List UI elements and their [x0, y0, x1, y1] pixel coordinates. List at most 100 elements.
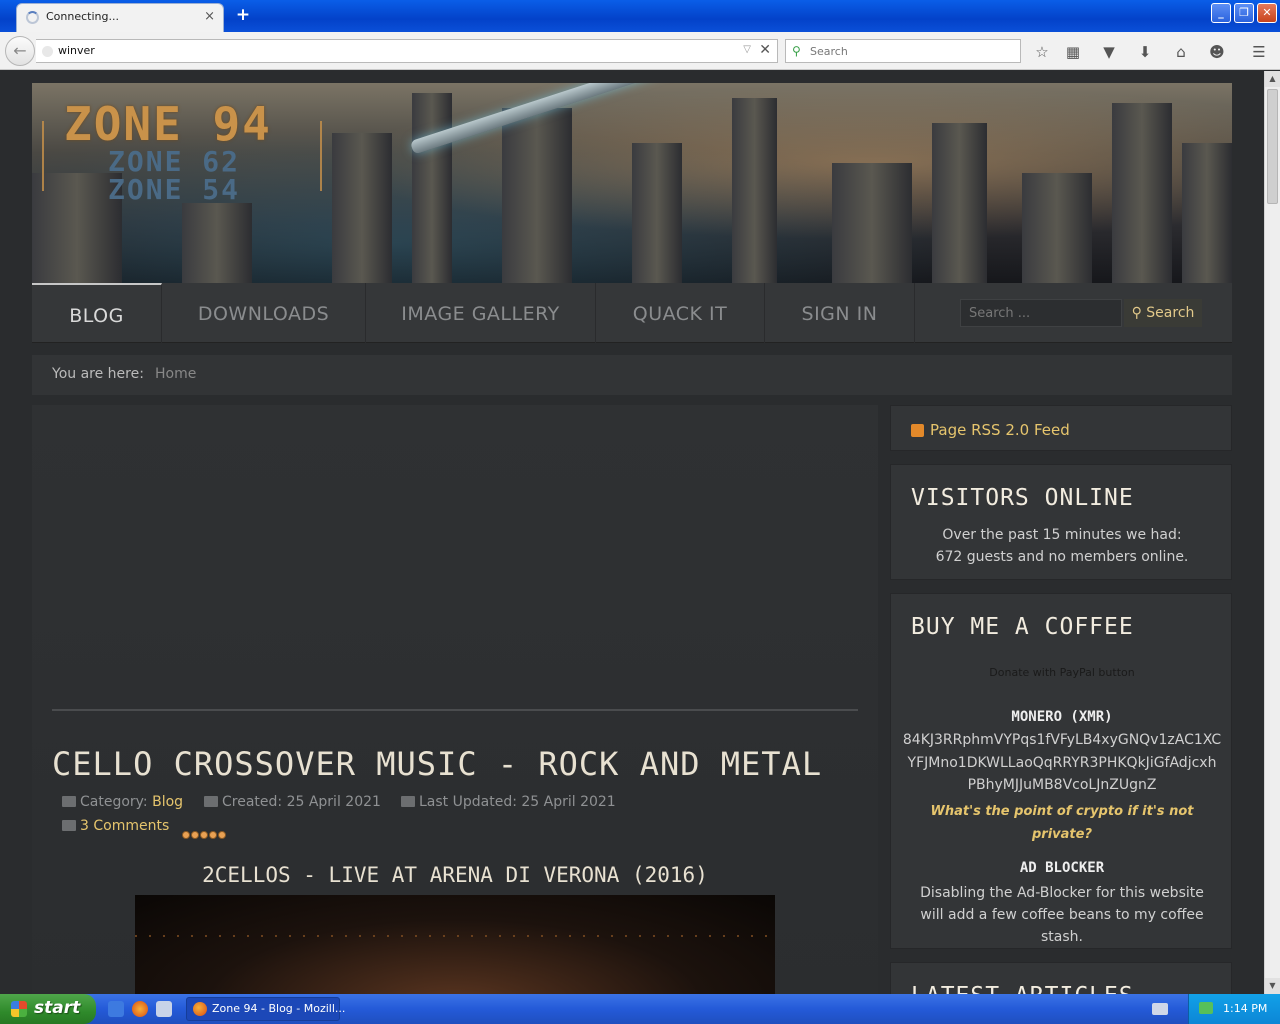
site-logo[interactable]: ZONE 94	[64, 97, 272, 151]
url-text: winver	[58, 44, 95, 57]
site-identity-icon	[42, 46, 53, 57]
back-arrow-icon: ←	[13, 41, 27, 60]
system-tray: 1:14 PM	[1188, 994, 1280, 1024]
rating-dot-icon	[182, 831, 190, 839]
breadcrumb-home[interactable]: Home	[155, 366, 196, 382]
crypto-quote: What's the point of crypto if it's not p…	[930, 804, 1194, 842]
minimize-button[interactable]: _	[1211, 3, 1231, 23]
start-label: start	[34, 998, 81, 1018]
browser-navbar: ← winver ▽ ✕ ⚲ Search ☆ ▦ ▼ ⬇ ⌂ ☻ ☰	[0, 32, 1280, 70]
embedded-video[interactable]	[135, 895, 775, 994]
banner-building	[1022, 173, 1092, 283]
nav-item-blog[interactable]: BLOG	[32, 283, 162, 343]
windows-flag-icon	[11, 1001, 27, 1017]
category-link[interactable]: Blog	[152, 794, 183, 810]
visitors-module: VISITORS ONLINE Over the past 15 minutes…	[890, 464, 1232, 580]
site-search-button[interactable]: ⚲ Search	[1124, 299, 1202, 327]
nav-item-image-gallery[interactable]: IMAGE GALLERY	[366, 283, 596, 343]
latest-articles-module: LATEST ARTICLES	[890, 962, 1232, 994]
site-search-input[interactable]: Search ...	[960, 299, 1122, 327]
created-date: Created: 25 April 2021	[222, 794, 381, 810]
page-viewport: ZONE 94 ZONE 62 ZONE 54 BLOG DOWNLOADS I…	[0, 71, 1264, 994]
adblock-text: Disabling the Ad-Blocker for this websit…	[920, 885, 1204, 945]
rating-dot-icon	[191, 831, 199, 839]
video-frame-detail	[135, 935, 775, 937]
banner-building	[182, 203, 252, 283]
coffee-module: BUY ME A COFFEE Donate with PayPal butto…	[890, 593, 1232, 949]
rss-module: Page RSS 2.0 Feed	[890, 405, 1232, 451]
latest-articles-title: LATEST ARTICLES	[911, 983, 1134, 994]
search-engine-icon[interactable]: ⚲	[792, 44, 801, 58]
page-scrollbar[interactable]: ▲ ▼	[1264, 71, 1280, 994]
close-window-button[interactable]: ✕	[1257, 3, 1277, 23]
article-created: Created: 25 April 2021	[204, 794, 381, 810]
taskbar-item-firefox[interactable]: Zone 94 - Blog - Mozill...	[186, 997, 345, 1021]
calendar-icon	[204, 796, 218, 807]
category-label: Category:	[80, 794, 148, 810]
star-rating[interactable]	[182, 824, 227, 843]
article-category: Category: Blog	[62, 794, 183, 810]
browser-tab[interactable]: Connecting... ×	[16, 3, 224, 32]
start-button[interactable]: start	[0, 994, 96, 1024]
firefox-quicklaunch-icon[interactable]	[132, 1001, 148, 1017]
folder-icon	[62, 796, 76, 807]
show-desktop-icon[interactable]	[108, 1001, 124, 1017]
history-dropdown-icon[interactable]: ▽	[743, 44, 751, 55]
paypal-donate-button[interactable]: Donate with PayPal button	[891, 666, 1233, 679]
visitors-line1: Over the past 15 minutes we had:	[942, 527, 1182, 543]
maximize-button[interactable]: ❐	[1234, 3, 1254, 23]
stop-loading-icon[interactable]: ✕	[759, 42, 771, 58]
back-button[interactable]: ←	[5, 36, 35, 66]
rss-icon	[911, 424, 924, 437]
adblock-title: AD BLOCKER	[1019, 860, 1105, 876]
article-comments[interactable]: 3 Comments	[62, 818, 169, 834]
nav-item-quack-it[interactable]: QUACK IT	[596, 283, 765, 343]
rss-feed-link[interactable]: Page RSS 2.0 Feed	[930, 421, 1070, 439]
home-icon[interactable]: ⌂	[1171, 42, 1191, 62]
breadcrumb: You are here: Home	[32, 355, 1232, 395]
banner-building	[502, 108, 572, 283]
menu-icon[interactable]: ☰	[1249, 42, 1269, 62]
banner-building	[412, 93, 452, 283]
media-quicklaunch-icon[interactable]	[156, 1001, 172, 1017]
rating-dot-icon	[218, 831, 226, 839]
monero-title: MONERO (XMR)	[1011, 709, 1113, 725]
updated-date: Last Updated: 25 April 2021	[419, 794, 616, 810]
banner-building	[732, 98, 777, 283]
download-icon[interactable]: ⬇	[1135, 42, 1155, 62]
nav-item-sign-in[interactable]: SIGN IN	[765, 283, 915, 343]
pocket-icon[interactable]: ▼	[1099, 42, 1119, 62]
tab-title: Connecting...	[46, 10, 119, 23]
comments-link[interactable]: 3 Comments	[80, 818, 169, 834]
browser-search-bar[interactable]: ⚲ Search	[785, 39, 1021, 63]
star-icon[interactable]: ☆	[1032, 42, 1052, 62]
article-title[interactable]: CELLO CROSSOVER MUSIC - ROCK AND METAL	[52, 745, 822, 783]
network-icon[interactable]	[1199, 1002, 1213, 1014]
url-bar[interactable]: winver ▽ ✕	[36, 39, 778, 63]
search-placeholder: Search	[810, 45, 848, 58]
monero-address-line: PBhyMJJuMB8VcoLJnZUgnZ	[967, 777, 1157, 793]
monero-address-line: 84KJ3RRphmVYPqs1fVFyLB4xyGNQv1zAC1XC	[902, 732, 1222, 748]
chat-icon[interactable]: ☻	[1207, 42, 1227, 62]
visitors-line2: 672 guests and no members online.	[935, 549, 1189, 565]
banner-building	[1182, 143, 1232, 283]
taskbar-item-label: Zone 94 - Blog - Mozill...	[212, 1002, 346, 1015]
tab-close-icon[interactable]: ×	[204, 9, 215, 24]
site-main-nav: BLOG DOWNLOADS IMAGE GALLERY QUACK IT SI…	[32, 283, 1232, 343]
breadcrumb-label: You are here:	[52, 366, 144, 382]
nav-item-downloads[interactable]: DOWNLOADS	[162, 283, 366, 343]
content-divider	[52, 709, 858, 711]
new-tab-button[interactable]: +	[234, 5, 252, 25]
site-banner: ZONE 94 ZONE 62 ZONE 54	[32, 83, 1232, 283]
reading-list-icon[interactable]: ▦	[1063, 42, 1083, 62]
banner-building	[332, 133, 392, 283]
banner-building	[632, 143, 682, 283]
keyboard-icon[interactable]	[1152, 1003, 1168, 1015]
scroll-thumb[interactable]	[1267, 89, 1278, 204]
article-updated: Last Updated: 25 April 2021	[401, 794, 616, 810]
scroll-up-icon[interactable]: ▲	[1265, 71, 1280, 87]
clock[interactable]: 1:14 PM	[1223, 1002, 1267, 1015]
scroll-down-icon[interactable]: ▼	[1265, 978, 1280, 994]
video-title: 2CELLOS - LIVE AT ARENA DI VERONA (2016)	[202, 863, 708, 887]
banner-building	[932, 123, 987, 283]
